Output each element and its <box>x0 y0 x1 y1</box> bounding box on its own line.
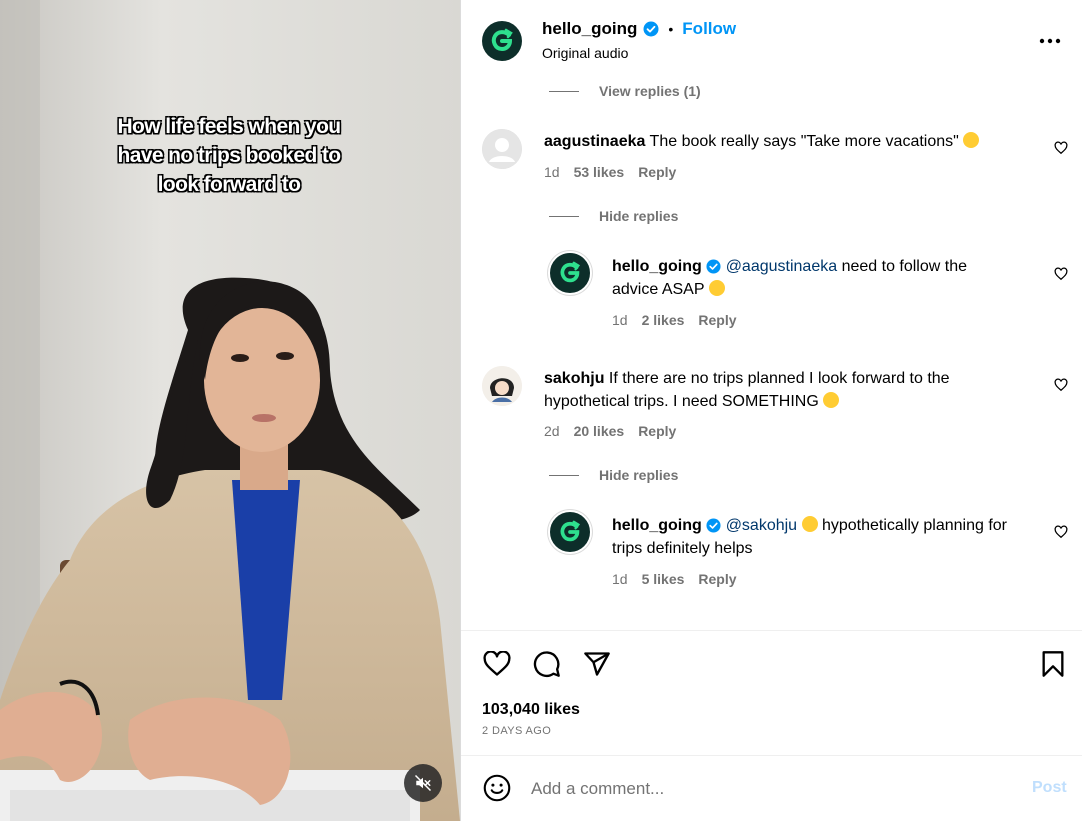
avatar[interactable] <box>482 366 522 406</box>
brand-logo-icon <box>560 261 581 283</box>
post-details-panel: hello_going • Follow Original audio View… <box>461 0 1082 821</box>
section-divider <box>461 755 1082 756</box>
mute-toggle-button[interactable] <box>404 764 442 802</box>
caption-line: have no trips booked to <box>117 144 341 167</box>
save-button[interactable] <box>1037 648 1069 680</box>
avatar[interactable] <box>548 510 592 554</box>
comment-meta: 1d 5 likes Reply <box>612 571 737 587</box>
comment-text: aagustinaeka The book really says "Take … <box>544 130 1014 153</box>
comment-username[interactable]: hello_going <box>612 517 702 534</box>
comment-body: If there are no trips planned I look for… <box>544 370 950 410</box>
comment-text: sakohju If there are no trips planned I … <box>544 367 1014 413</box>
reply-button[interactable]: Reply <box>698 312 736 328</box>
brand-logo-icon <box>560 520 581 542</box>
avatar[interactable] <box>482 21 522 61</box>
smiley-icon <box>483 774 511 802</box>
comment-likes[interactable]: 20 likes <box>574 423 625 439</box>
post-comment-button[interactable]: Post <box>1032 779 1067 797</box>
bookmark-icon <box>1042 651 1064 677</box>
header-title-row: hello_going • Follow <box>542 19 736 39</box>
comment-age[interactable]: 2d <box>544 423 560 439</box>
reel-video[interactable]: How life feels when you have no trips bo… <box>0 0 461 821</box>
comment-age[interactable]: 1d <box>612 312 628 328</box>
comment-likes[interactable]: 5 likes <box>642 571 685 587</box>
reply-button[interactable]: Reply <box>638 423 676 439</box>
comment-meta: 2d 20 likes Reply <box>544 423 676 439</box>
heart-icon <box>1054 267 1068 281</box>
mention-link[interactable]: @aagustinaeka <box>726 258 837 275</box>
comment-meta: 1d 53 likes Reply <box>544 164 676 180</box>
comment-body: The book really says "Take more vacation… <box>649 133 959 150</box>
mention-link[interactable]: @sakohju <box>726 517 797 534</box>
more-options-button[interactable] <box>1035 26 1065 56</box>
comment-button[interactable] <box>531 648 563 680</box>
muted-speaker-icon <box>414 774 432 792</box>
reply-button[interactable]: Reply <box>638 164 676 180</box>
view-replies-button[interactable]: View replies (1) <box>599 83 701 99</box>
likes-count[interactable]: 103,040 likes <box>482 701 580 719</box>
separator-dot: • <box>668 21 674 37</box>
laughing-emoji-icon <box>801 516 818 532</box>
brand-logo-icon <box>491 28 513 52</box>
comment-username[interactable]: aagustinaeka <box>544 133 645 150</box>
user-avatar-illustration <box>482 366 522 406</box>
comment-likes[interactable]: 53 likes <box>574 164 625 180</box>
default-avatar-icon <box>482 129 522 169</box>
comment-age[interactable]: 1d <box>612 571 628 587</box>
video-caption: How life feels when you have no trips bo… <box>0 112 458 199</box>
verified-badge-icon <box>706 259 721 274</box>
more-options-icon <box>1039 38 1061 44</box>
follow-button[interactable]: Follow <box>682 19 736 39</box>
comment-like-button[interactable] <box>1051 522 1071 542</box>
emoji-picker-button[interactable] <box>482 773 512 803</box>
laughing-emoji-icon <box>963 132 980 148</box>
comment-username[interactable]: sakohju <box>544 370 604 387</box>
comment-age[interactable]: 1d <box>544 164 560 180</box>
hide-replies-button[interactable]: Hide replies <box>599 208 678 224</box>
paper-plane-icon <box>584 652 610 676</box>
post-date[interactable]: 2 DAYS AGO <box>482 725 551 737</box>
comment-like-button[interactable] <box>1051 375 1071 395</box>
comment-meta: 1d 2 likes Reply <box>612 312 737 328</box>
audio-label[interactable]: Original audio <box>542 45 628 61</box>
comments-list[interactable]: View replies (1) aagustinaeka The book r… <box>461 80 1082 630</box>
reply-line <box>549 216 579 217</box>
section-divider <box>461 630 1082 631</box>
post-header: hello_going • Follow Original audio <box>461 0 1082 80</box>
avatar[interactable] <box>482 129 522 169</box>
verified-badge-icon <box>643 21 659 37</box>
avatar[interactable] <box>548 251 592 295</box>
share-button[interactable] <box>581 648 613 680</box>
grinning-sweat-emoji-icon <box>823 392 840 408</box>
hide-replies-button[interactable]: Hide replies <box>599 467 678 483</box>
reply-line <box>549 475 579 476</box>
heart-icon <box>1054 525 1068 539</box>
heart-icon <box>1054 378 1068 392</box>
verified-badge-icon <box>706 518 721 533</box>
caption-line: How life feels when you <box>117 115 341 138</box>
post-author-username[interactable]: hello_going <box>542 19 637 39</box>
reply-text: hello_going @aagustinaeka need to follow… <box>612 255 1012 301</box>
heart-icon <box>1054 141 1068 155</box>
comment-like-button[interactable] <box>1051 264 1071 284</box>
comment-input[interactable] <box>531 776 1011 802</box>
comment-like-button[interactable] <box>1051 138 1071 158</box>
grinning-squint-emoji-icon <box>708 280 725 296</box>
heart-icon <box>483 651 511 676</box>
reply-button[interactable]: Reply <box>698 571 736 587</box>
comment-username[interactable]: hello_going <box>612 258 702 275</box>
speech-bubble-icon <box>533 651 560 677</box>
like-button[interactable] <box>481 648 513 680</box>
comment-likes[interactable]: 2 likes <box>642 312 685 328</box>
reply-line <box>549 91 579 92</box>
reply-text: hello_going @sakohju hypothetically plan… <box>612 514 1032 560</box>
caption-line: look forward to <box>157 173 301 196</box>
